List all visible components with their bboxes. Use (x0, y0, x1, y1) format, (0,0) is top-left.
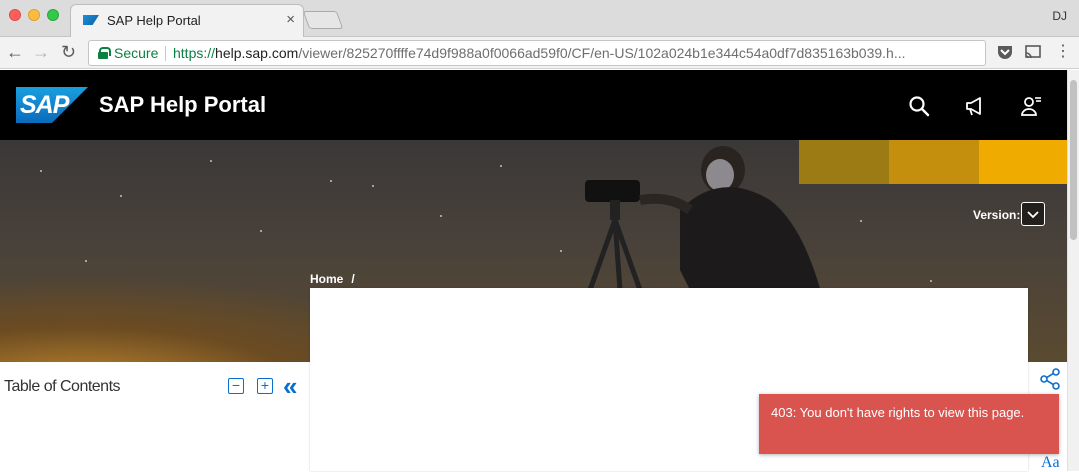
new-tab-button[interactable] (302, 11, 344, 29)
pocket-icon[interactable] (996, 43, 1014, 61)
version-label: Version: (973, 208, 1021, 222)
url-text: https://help.sap.com/viewer/825270ffffe7… (173, 41, 906, 65)
window-maximize-button[interactable] (47, 9, 59, 21)
toc-title: Table of Contents (4, 378, 121, 395)
page-scrollbar[interactable] (1067, 70, 1079, 471)
tab-close-icon[interactable]: × (286, 11, 295, 28)
search-icon[interactable] (908, 95, 930, 117)
url-host: help.sap.com (215, 45, 299, 61)
accent-block (979, 140, 1067, 184)
scrollbar-thumb[interactable] (1070, 80, 1077, 240)
megaphone-icon[interactable] (964, 95, 986, 117)
window-close-button[interactable] (9, 9, 21, 21)
font-size-button[interactable]: Aa (1041, 454, 1060, 472)
share-icon[interactable] (1039, 368, 1061, 390)
forward-arrow-icon[interactable]: → (32, 42, 50, 62)
portal-title[interactable]: SAP Help Portal (99, 92, 266, 118)
user-profile-icon[interactable] (1020, 95, 1042, 117)
sap-logo[interactable]: SAP (16, 87, 88, 123)
expand-all-button[interactable]: + (257, 378, 273, 394)
cast-icon[interactable] (1024, 43, 1042, 61)
profile-initials[interactable]: DJ (1052, 9, 1067, 23)
hide-toc-button[interactable]: « (283, 373, 297, 399)
star-decoration (210, 160, 212, 162)
sap-header: SAP SAP Help Portal (0, 70, 1067, 140)
version-dropdown[interactable] (1021, 202, 1045, 226)
sap-favicon-icon (83, 15, 99, 25)
star-decoration (440, 215, 442, 217)
breadcrumb-separator: / (351, 272, 355, 286)
browser-tab-bar: SAP Help Portal × DJ (0, 0, 1079, 37)
accent-block (799, 140, 889, 184)
star-decoration (330, 180, 332, 182)
url-scheme: https:// (173, 45, 216, 61)
browser-tab[interactable]: SAP Help Portal × (70, 4, 304, 37)
secure-label: Secure (114, 45, 159, 61)
back-arrow-icon[interactable]: ← (6, 42, 24, 62)
lock-icon (98, 47, 111, 59)
chevron-down-icon (1027, 211, 1039, 219)
star-decoration (930, 280, 932, 282)
star-decoration (372, 185, 374, 187)
star-decoration (40, 170, 42, 172)
address-bar[interactable]: Secure https://help.sap.com/viewer/82527… (88, 40, 986, 66)
star-decoration (260, 230, 262, 232)
browser-menu-icon[interactable]: ⋮ (1054, 43, 1072, 61)
reload-icon[interactable]: ↻ (61, 42, 76, 62)
url-path: /viewer/825270ffffe74d9f988a0f0066ad59f0… (298, 45, 906, 61)
address-separator (165, 46, 166, 61)
error-toast[interactable]: 403: You don't have rights to view this … (759, 394, 1059, 454)
tab-title: SAP Help Portal (107, 13, 201, 28)
star-decoration (860, 220, 862, 222)
star-decoration (85, 260, 87, 262)
browser-toolbar: ← → ↻ Secure https://help.sap.com/viewer… (0, 37, 1079, 69)
star-decoration (120, 195, 122, 197)
breadcrumb: Home / (310, 272, 355, 286)
collapse-all-button[interactable]: − (228, 378, 244, 394)
window-minimize-button[interactable] (28, 9, 40, 21)
breadcrumb-home[interactable]: Home (310, 272, 343, 286)
star-decoration (500, 165, 502, 167)
accent-block (889, 140, 979, 184)
